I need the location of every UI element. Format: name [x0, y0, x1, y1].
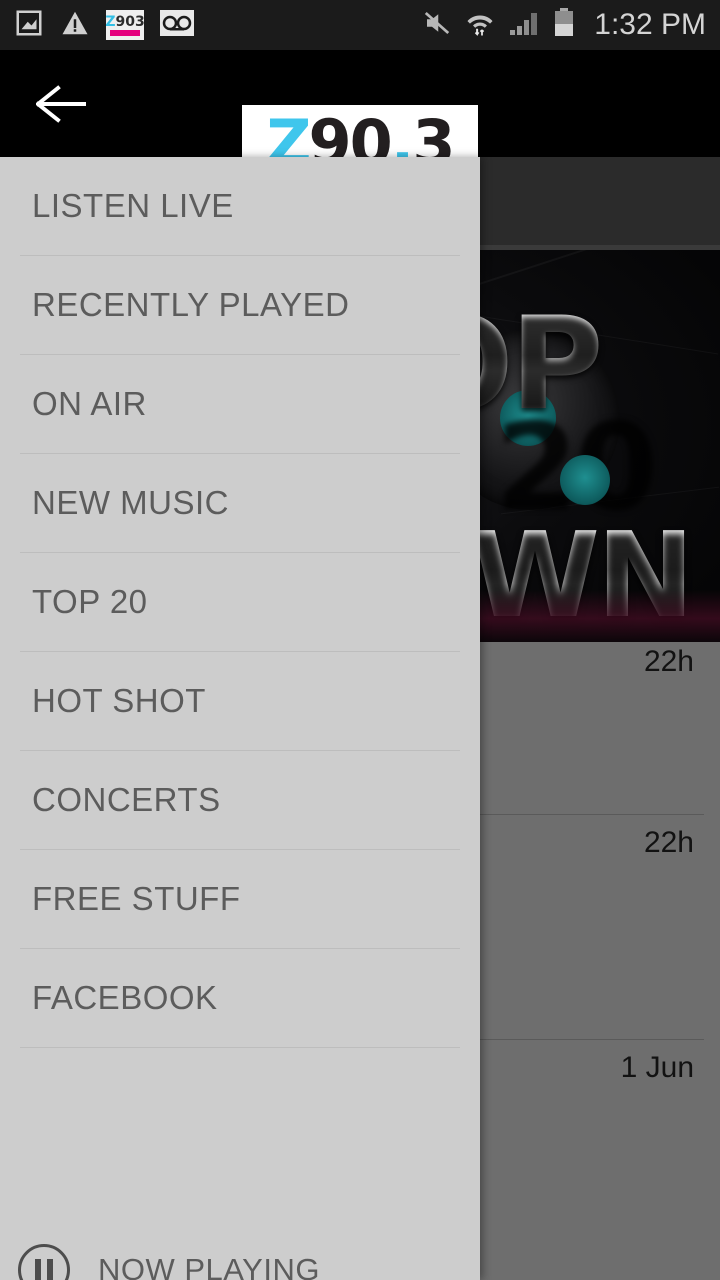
now-playing-button[interactable]: NOW PLAYING: [0, 1217, 480, 1280]
sidebar-item-label: CONCERTS: [32, 781, 221, 818]
back-arrow-icon: [36, 84, 86, 123]
status-bar-left-icons: Z 903: [14, 8, 194, 43]
image-icon: [14, 8, 44, 43]
pause-icon[interactable]: [18, 1243, 70, 1280]
sidebar-item-facebook[interactable]: FACEBOOK: [0, 949, 480, 1047]
pause-bar-left: [35, 1258, 41, 1280]
z903-app-icon-num: 903: [115, 13, 145, 30]
z903-app-icon-bar: [110, 29, 140, 36]
warning-icon: [60, 8, 90, 43]
sidebar-item-free-stuff[interactable]: FREE STUFF: [0, 850, 480, 948]
z903-app-icon-z: Z: [105, 13, 116, 30]
back-button[interactable]: [22, 50, 106, 157]
phone-screen: Z 903 1:32 PM Z 90 . 3 OP WN 22h 22h 1 J…: [0, 0, 720, 1280]
z903-app-icon: Z 903: [105, 10, 145, 40]
status-bar: Z 903 1:32 PM: [0, 0, 720, 50]
sidebar-item-new-music[interactable]: NEW MUSIC: [0, 454, 480, 552]
voicemail-icon: [160, 9, 194, 41]
sidebar-item-label: FREE STUFF: [32, 880, 241, 917]
sidebar-item-concerts[interactable]: CONCERTS: [0, 751, 480, 849]
status-bar-right-icons: 1:32 PM: [422, 7, 706, 43]
app-header: Z90.3 TODAY'S HIT MUSIC: [0, 50, 720, 205]
battery-icon: [553, 7, 575, 43]
sidebar-item-label: LISTEN LIVE: [32, 187, 234, 224]
menu-divider: [20, 1047, 460, 1048]
mute-icon: [422, 8, 452, 43]
sidebar-item-label: ON AIR: [32, 385, 147, 422]
pause-bar-right: [47, 1258, 53, 1280]
sidebar-item-top-20[interactable]: TOP 20: [0, 553, 480, 651]
navigation-drawer: LISTEN LIVE RECENTLY PLAYED ON AIR NEW M…: [0, 157, 480, 1280]
sidebar-item-listen-live[interactable]: LISTEN LIVE: [0, 157, 480, 255]
sidebar-item-hot-shot[interactable]: HOT SHOT: [0, 652, 480, 750]
sidebar-item-label: FACEBOOK: [32, 979, 218, 1016]
sidebar-item-label: RECENTLY PLAYED: [32, 286, 350, 323]
wifi-icon: [465, 8, 495, 43]
sidebar-item-recently-played[interactable]: RECENTLY PLAYED: [0, 256, 480, 354]
cell-signal-icon: [508, 9, 540, 42]
sidebar-item-label: NEW MUSIC: [32, 484, 229, 521]
sidebar-item-label: HOT SHOT: [32, 682, 206, 719]
sidebar-item-on-air[interactable]: ON AIR: [0, 355, 480, 453]
now-playing-label: NOW PLAYING: [98, 1251, 320, 1280]
sidebar-item-label: TOP 20: [32, 583, 148, 620]
status-bar-clock: 1:32 PM: [594, 8, 706, 41]
